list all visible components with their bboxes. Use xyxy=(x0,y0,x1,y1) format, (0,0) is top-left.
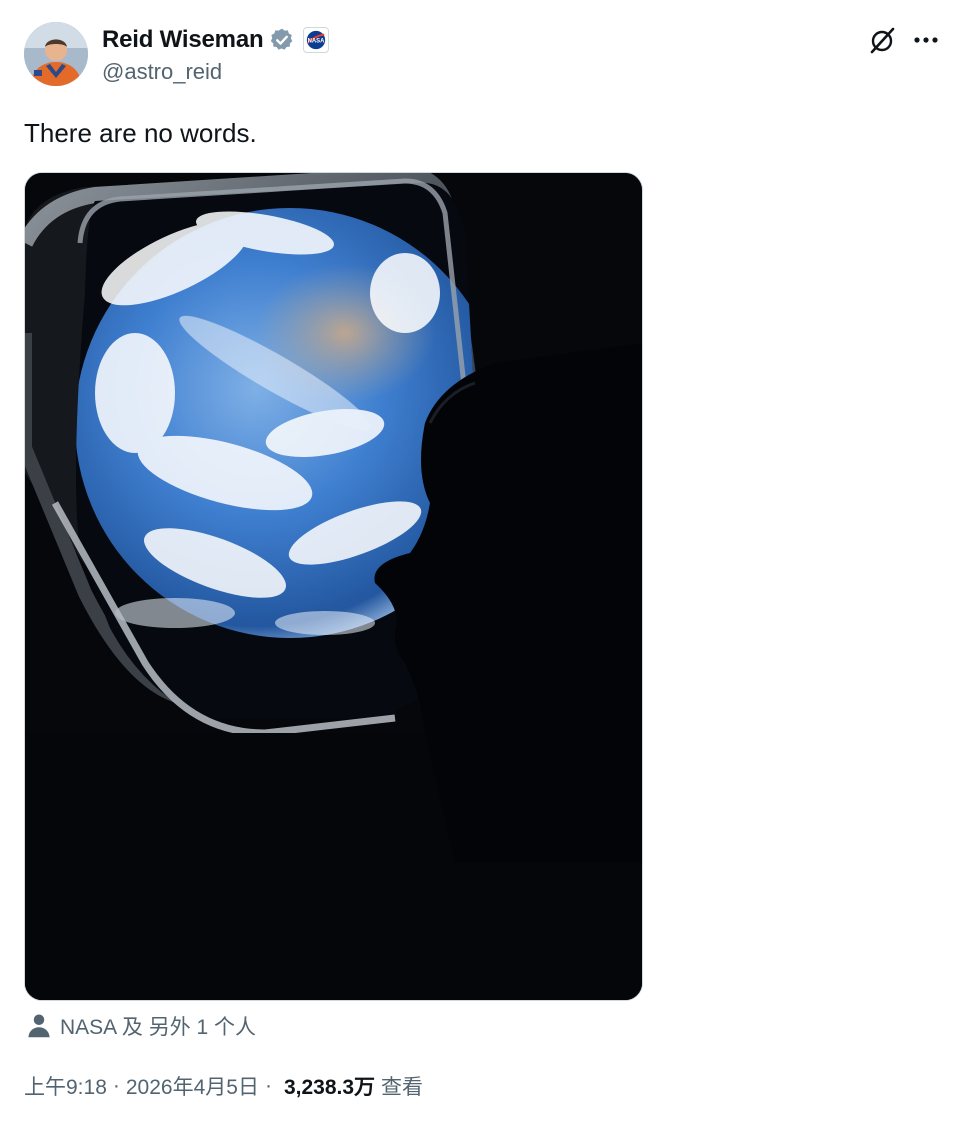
earth-window-photo xyxy=(25,173,642,1000)
author-avatar[interactable] xyxy=(24,22,88,86)
more-options-icon[interactable] xyxy=(910,24,942,56)
avatar-image xyxy=(24,22,88,86)
meta-separator: · xyxy=(112,1074,120,1097)
tagged-people[interactable]: NASA 及 另外 1 个人 xyxy=(24,1010,256,1042)
author-handle[interactable]: @astro_reid xyxy=(102,59,222,85)
tagged-people-label: NASA 及 另外 1 个人 xyxy=(60,1016,257,1039)
author-display-name[interactable]: Reid Wiseman xyxy=(102,26,264,54)
tweet-meta: 上午9:18 · 2026年4月5日 · 3,238.3万 查看 xyxy=(24,1070,423,1102)
grok-icon[interactable] xyxy=(866,24,898,56)
tweet-card: Reid Wiseman NASA @astro_reid There are … xyxy=(0,0,960,1122)
tweet-time[interactable]: 上午9:18 xyxy=(24,1071,107,1101)
verified-badge-icon[interactable] xyxy=(269,27,295,53)
meta-separator: · xyxy=(264,1074,272,1097)
views-count[interactable]: 3,238.3万 xyxy=(284,1071,375,1101)
tweet-text: There are no words. xyxy=(24,118,257,148)
tweet-date[interactable]: 2026年4月5日 xyxy=(126,1071,259,1101)
nasa-logo-icon[interactable]: NASA xyxy=(303,27,330,53)
views-label: 查看 xyxy=(381,1076,424,1099)
person-icon xyxy=(28,1014,50,1038)
tweet-photo[interactable] xyxy=(24,172,643,1001)
author-name-row: Reid Wiseman NASA xyxy=(102,24,330,56)
svg-text:NASA: NASA xyxy=(308,38,326,44)
